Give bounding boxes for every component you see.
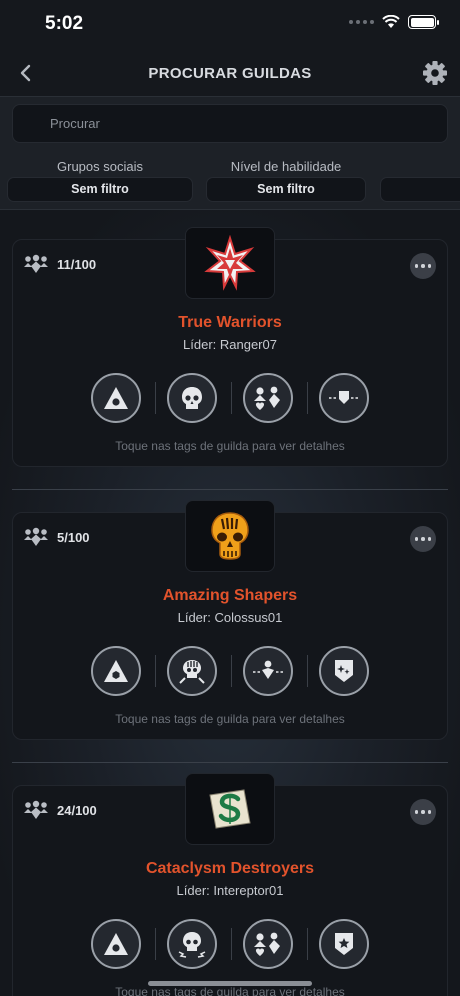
more-options-button[interactable] (410, 526, 436, 552)
group-icon (24, 800, 48, 819)
tags-hint: Toque nas tags de guilda para ver detalh… (115, 985, 345, 996)
card-divider (12, 489, 448, 490)
tag-skull-bolts-icon[interactable] (167, 919, 217, 969)
guild-leader: Líder: Colossus01 (177, 610, 283, 625)
tag-shield-dashes-icon[interactable] (319, 373, 369, 423)
settings-button[interactable] (420, 58, 450, 88)
members-count: 24/100 (23, 800, 97, 820)
tag-separator (155, 655, 156, 687)
tag-skull-icon[interactable] (167, 373, 217, 423)
filter-social-groups-button[interactable]: Sem filtro (7, 177, 193, 202)
tag-separator (307, 382, 308, 414)
status-bar: 5:02 (0, 0, 460, 50)
gear-icon (423, 61, 447, 85)
tag-separator (231, 382, 232, 414)
filter-label-social-groups: Grupos sociais (57, 159, 143, 174)
nav-header: PROCURAR GUILDAS (0, 50, 460, 97)
guild-name: True Warriors (178, 314, 282, 331)
more-options-button[interactable] (410, 253, 436, 279)
home-indicator[interactable] (148, 981, 312, 986)
guild-tags (91, 646, 369, 696)
status-icons (349, 15, 439, 29)
tag-star-shield-icon[interactable] (319, 919, 369, 969)
status-time: 5:02 (45, 13, 84, 34)
tag-separator (155, 928, 156, 960)
page-title: PROCURAR GUILDAS (148, 65, 312, 82)
members-count: 11/100 (23, 254, 96, 274)
cellular-signal-icon (349, 20, 374, 24)
tags-hint: Toque nas tags de guilda para ver detalh… (115, 712, 345, 726)
battery-icon (408, 15, 439, 29)
members-count-text: 5/100 (57, 529, 90, 545)
tag-separator (307, 655, 308, 687)
filter-skill-level-button[interactable]: Sem filtro (206, 177, 366, 202)
tag-separator (155, 382, 156, 414)
orange-skull-emblem-icon (211, 512, 249, 560)
guild-emblem (185, 227, 275, 299)
members-count: 5/100 (23, 527, 90, 547)
guild-name: Cataclysm Destroyers (145, 860, 315, 877)
red-star-emblem-icon (204, 235, 256, 291)
members-count-text: 11/100 (57, 256, 97, 272)
guild-emblem (185, 500, 275, 572)
tag-group-heart-icon[interactable] (243, 373, 293, 423)
members-count-text: 24/100 (57, 802, 97, 818)
tags-hint: Toque nas tags de guilda para ver detalh… (115, 439, 345, 453)
guild-leader: Líder: Ranger07 (183, 337, 277, 352)
guild-tags (91, 373, 369, 423)
tag-triangle-icon[interactable] (91, 919, 141, 969)
tag-skull-claws-icon[interactable] (167, 646, 217, 696)
group-icon (24, 527, 48, 546)
search-area: Procurar (0, 97, 460, 150)
group-icon (24, 254, 48, 273)
guild-name: Amazing Shapers (162, 587, 298, 604)
green-s-scroll-emblem-icon (209, 789, 251, 829)
tag-separator (307, 928, 308, 960)
tag-person-dashes-icon[interactable] (243, 646, 293, 696)
tag-sparkle-shield-icon[interactable] (319, 646, 369, 696)
tag-separator (231, 928, 232, 960)
filter-extra-button[interactable] (380, 177, 460, 202)
tag-triangle-icon[interactable] (91, 373, 141, 423)
wifi-icon (382, 15, 400, 28)
tag-group-heart-icon[interactable] (243, 919, 293, 969)
guild-emblem (185, 773, 275, 845)
card-divider (12, 762, 448, 763)
more-options-button[interactable] (410, 799, 436, 825)
search-input[interactable]: Procurar (12, 104, 448, 143)
filter-bar: Grupos sociais Sem filtro Nível de habil… (0, 150, 460, 210)
guild-leader: Líder: Intereptor01 (176, 883, 284, 898)
filter-label-skill-level: Nível de habilidade (230, 159, 342, 174)
tag-separator (231, 655, 232, 687)
guild-tags (91, 919, 369, 969)
tag-triangle-hexagon-icon[interactable] (91, 646, 141, 696)
